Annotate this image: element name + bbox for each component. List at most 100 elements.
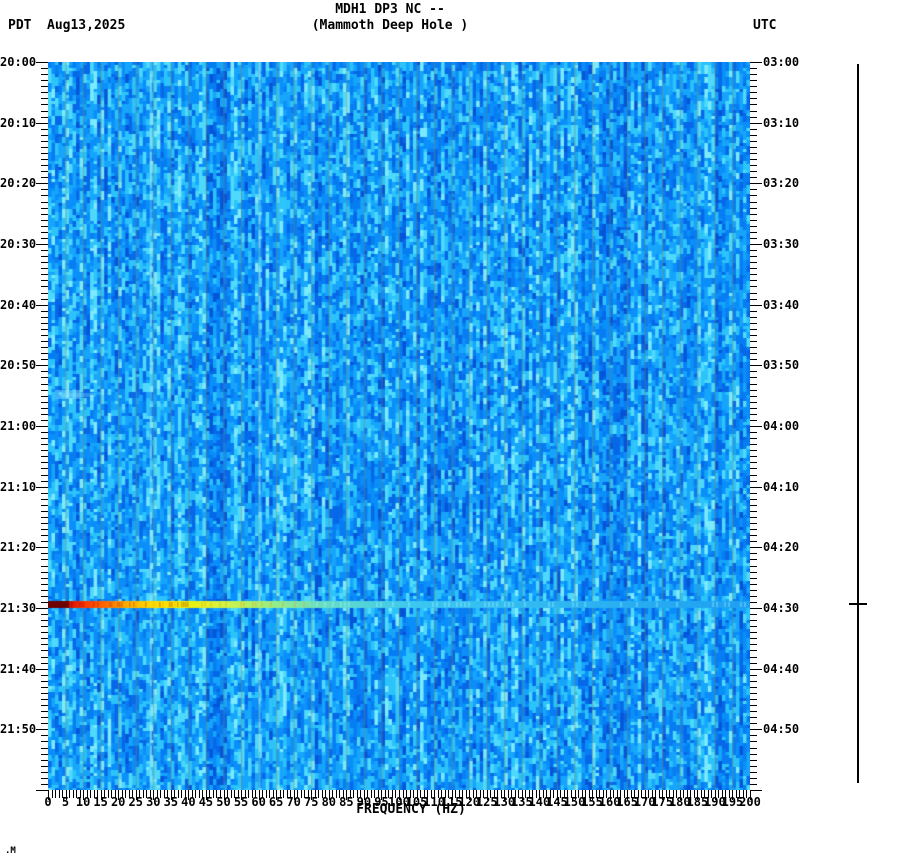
left-axis-minor-tick [41, 771, 48, 773]
left-axis-major-tick [36, 62, 48, 63]
left-axis-minor-tick [41, 595, 48, 597]
right-axis-minor-tick [750, 541, 757, 543]
right-axis-minor-tick [750, 783, 757, 785]
left-axis-minor-tick [41, 104, 48, 106]
right-time-label: 03:10 [763, 115, 800, 130]
left-axis-minor-tick [41, 765, 48, 767]
left-axis-minor-tick [41, 614, 48, 616]
left-axis-minor-tick [41, 541, 48, 543]
right-axis-minor-tick [750, 705, 757, 707]
left-axis-minor-tick [41, 504, 48, 506]
left-axis-minor-tick [41, 571, 48, 573]
left-axis-minor-tick [41, 565, 48, 567]
right-axis-minor-tick [750, 177, 757, 179]
left-axis-minor-tick [41, 310, 48, 312]
right-axis-major-tick [750, 608, 762, 609]
right-axis-major-tick [750, 183, 762, 185]
left-axis-minor-tick [41, 201, 48, 203]
right-axis-minor-tick [750, 310, 757, 312]
left-axis-minor-tick [41, 92, 48, 94]
right-axis-minor-tick [750, 389, 757, 391]
left-time-label: 20:10 [0, 115, 37, 130]
right-axis-minor-tick [750, 286, 757, 288]
left-axis-minor-tick [41, 523, 48, 525]
right-time-label: 04:20 [763, 540, 800, 555]
left-time-label: 21:00 [0, 419, 37, 433]
right-time-label: 04:50 [763, 722, 800, 737]
left-axis-minor-tick [41, 341, 48, 343]
left-axis-major-tick [36, 486, 48, 488]
right-axis-minor-tick [750, 74, 757, 76]
right-axis-minor-tick [750, 474, 757, 476]
right-axis-major-tick [750, 668, 762, 670]
right-axis-minor-tick [750, 298, 757, 300]
right-axis-major-tick [750, 729, 762, 731]
right-axis-minor-tick [750, 359, 757, 361]
right-axis-minor-tick [750, 195, 757, 197]
right-axis-minor-tick [750, 322, 757, 324]
left-axis-minor-tick [41, 480, 48, 482]
right-axis-minor-tick [750, 353, 757, 355]
right-time-label: 03:20 [763, 176, 800, 191]
right-axis-major-tick [750, 304, 762, 306]
left-axis-minor-tick [41, 462, 48, 464]
left-axis-minor-tick [41, 401, 48, 403]
left-axis-minor-tick [41, 359, 48, 361]
right-axis-minor-tick [750, 98, 757, 100]
right-axis-major-tick [750, 547, 762, 549]
left-time-label: 20:00 [0, 55, 37, 69]
right-axis-minor-tick [750, 614, 757, 616]
left-time-label: 21:50 [0, 722, 37, 737]
right-axis-minor-tick [750, 650, 757, 652]
left-axis-minor-tick [41, 110, 48, 112]
left-axis-minor-tick [41, 171, 48, 173]
left-axis-minor-tick [41, 553, 48, 555]
right-axis-minor-tick [750, 201, 757, 203]
right-axis-minor-tick [750, 517, 757, 518]
left-axis-minor-tick [41, 286, 48, 288]
left-axis-minor-tick [41, 753, 48, 755]
right-axis-minor-tick [750, 480, 757, 482]
amplitude-scale-bar [857, 64, 859, 783]
right-axis-minor-tick [750, 674, 757, 676]
left-axis-major-tick [36, 790, 48, 791]
left-axis-minor-tick [41, 632, 48, 634]
right-time-label: 03:30 [763, 237, 800, 251]
left-time-label: 21:30 [0, 601, 37, 615]
right-axis-minor-tick [750, 589, 757, 591]
right-axis-minor-tick [750, 140, 757, 142]
left-axis-minor-tick [41, 298, 48, 300]
left-axis-minor-tick [41, 759, 48, 761]
left-axis-minor-tick [41, 353, 48, 355]
left-axis-minor-tick [41, 413, 48, 415]
left-axis-minor-tick [41, 438, 48, 440]
right-axis-minor-tick [750, 747, 757, 749]
right-axis-minor-tick [750, 153, 757, 154]
left-axis-minor-tick [41, 692, 48, 694]
left-axis-minor-tick [41, 680, 48, 682]
left-axis-minor-tick [41, 80, 48, 82]
right-time-label: 04:00 [763, 419, 800, 433]
right-axis-minor-tick [750, 595, 757, 597]
left-axis-minor-tick [41, 134, 48, 136]
right-axis-minor-tick [750, 571, 757, 573]
right-axis-minor-tick [750, 280, 757, 282]
right-axis-minor-tick [750, 504, 757, 506]
left-axis-minor-tick [41, 231, 48, 233]
right-axis-minor-tick [750, 262, 757, 264]
right-axis-minor-tick [750, 407, 757, 409]
left-axis-minor-tick [41, 371, 48, 373]
left-axis-minor-tick [41, 638, 48, 640]
left-time-label: 21:40 [0, 661, 37, 676]
right-axis-minor-tick [750, 559, 757, 561]
right-axis-minor-tick [750, 601, 757, 603]
left-axis-minor-tick [41, 705, 48, 707]
left-axis-minor-tick [41, 140, 48, 142]
left-axis-major-tick [36, 668, 48, 670]
left-axis-minor-tick [41, 747, 48, 749]
right-axis-minor-tick [750, 468, 757, 470]
right-axis-major-tick [750, 122, 762, 124]
right-axis-minor-tick [750, 717, 757, 719]
right-axis-minor-tick [750, 207, 757, 209]
timezone-right-label: UTC [753, 18, 777, 33]
